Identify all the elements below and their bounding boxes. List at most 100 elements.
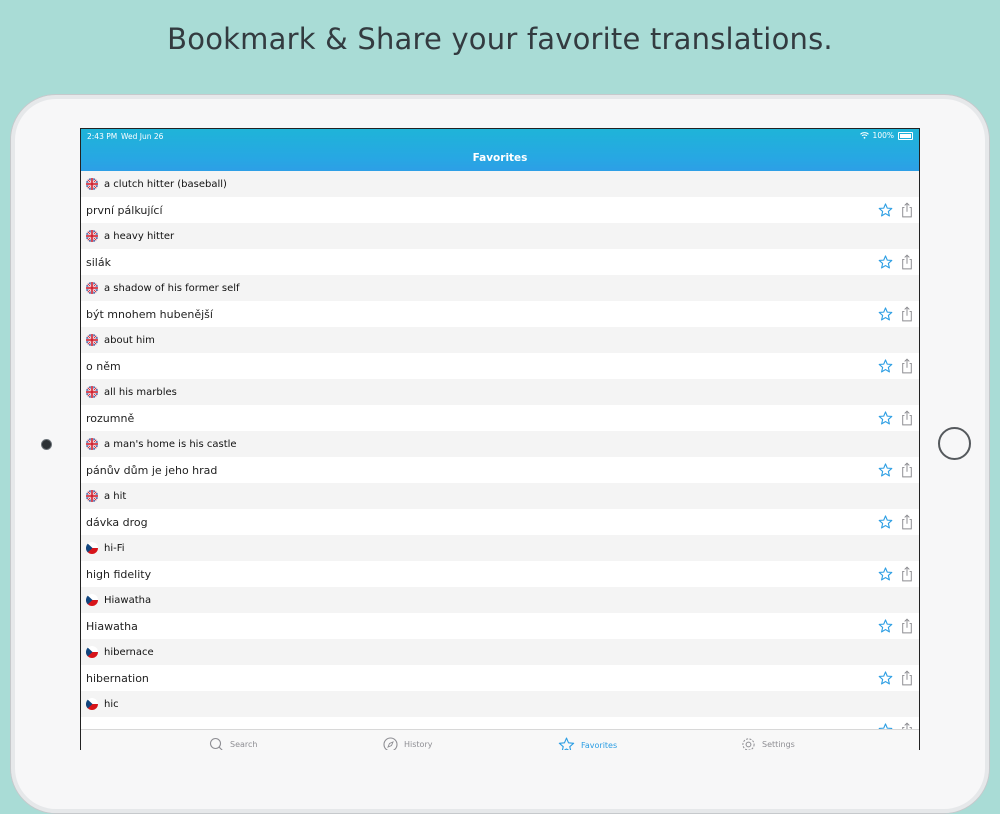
favorite-translation-text: první pálkující xyxy=(86,203,163,217)
favorite-translation-text: pánův dům je jeho hrad xyxy=(86,463,218,477)
favorite-source-row[interactable]: about him xyxy=(81,327,919,353)
favorite-source-text: a man's home is his castle xyxy=(104,438,237,450)
uk-flag-icon xyxy=(86,178,98,190)
uk-flag-icon xyxy=(86,230,98,242)
uk-flag-icon xyxy=(86,334,98,346)
favorite-source-row[interactable]: hibernace xyxy=(81,639,919,665)
favorite-source-row[interactable]: a shadow of his former self xyxy=(81,275,919,301)
czech-flag-icon xyxy=(86,542,98,554)
favorite-source-row[interactable]: Hiawatha xyxy=(81,587,919,613)
favorite-translation-row[interactable]: rozumně xyxy=(81,405,919,431)
favorite-source-text: hibernace xyxy=(104,646,154,658)
favorite-translation-text: silák xyxy=(86,255,111,269)
tab-history[interactable]: History xyxy=(383,737,432,750)
row-actions xyxy=(878,306,913,325)
favorite-source-text: a shadow of his former self xyxy=(104,282,240,294)
czech-flag-icon xyxy=(86,594,98,606)
camera-lens xyxy=(41,439,52,450)
row-actions xyxy=(878,566,913,585)
gear-icon xyxy=(742,738,755,750)
wifi-icon xyxy=(859,132,869,139)
uk-flag-icon xyxy=(86,282,98,294)
row-actions xyxy=(878,462,913,481)
share-icon[interactable] xyxy=(901,306,913,325)
tab-label: Settings xyxy=(762,740,795,749)
star-outline-icon[interactable] xyxy=(878,203,893,220)
tab-search[interactable]: Search xyxy=(209,737,257,750)
tab-label: Search xyxy=(230,740,258,749)
favorite-source-row[interactable]: a clutch hitter (baseball) xyxy=(81,171,919,197)
favorite-source-row[interactable]: a man's home is his castle xyxy=(81,431,919,457)
tab-settings[interactable]: Settings xyxy=(741,737,795,750)
favorite-source-text: hi-Fi xyxy=(104,542,125,554)
favorite-translation-text: o něm xyxy=(86,359,121,373)
share-icon[interactable] xyxy=(901,566,913,585)
share-icon[interactable] xyxy=(901,410,913,429)
share-icon[interactable] xyxy=(901,358,913,377)
star-outline-icon[interactable] xyxy=(878,619,893,636)
favorite-source-text: a heavy hitter xyxy=(104,230,175,242)
share-icon[interactable] xyxy=(901,462,913,481)
favorite-translation-row[interactable]: pánův dům je jeho hrad xyxy=(81,457,919,483)
uk-flag-icon xyxy=(86,490,98,502)
row-actions xyxy=(878,514,913,533)
tab-label: History xyxy=(404,740,433,749)
status-bar: 2:43 PM Wed Jun 26 100% xyxy=(81,131,919,143)
share-icon[interactable] xyxy=(901,670,913,689)
star-outline-icon[interactable] xyxy=(878,515,893,532)
favorite-translation-text: hibernation xyxy=(86,671,149,685)
share-icon[interactable] xyxy=(901,202,913,221)
favorite-translation-text: high fidelity xyxy=(86,567,152,581)
tab-bar: Search History Favorites Settings xyxy=(81,729,919,750)
battery-icon xyxy=(898,131,913,140)
star-outline-icon[interactable] xyxy=(878,307,893,324)
navigation-bar: 2:43 PM Wed Jun 26 100% Favorites xyxy=(81,129,919,171)
tab-label: Favorites xyxy=(581,740,618,750)
czech-flag-icon xyxy=(86,646,98,658)
star-outline-icon[interactable] xyxy=(878,255,893,272)
status-time: 2:43 PM xyxy=(87,132,118,141)
star-outline-icon[interactable] xyxy=(878,411,893,428)
favorite-translation-text: dávka drog xyxy=(86,515,148,529)
favorite-source-text: hic xyxy=(104,698,119,710)
share-icon[interactable] xyxy=(901,618,913,637)
favorite-source-row[interactable]: hi-Fi xyxy=(81,535,919,561)
star-icon xyxy=(558,737,575,750)
row-actions xyxy=(878,670,913,689)
favorite-translation-row[interactable]: o něm xyxy=(81,353,919,379)
favorite-translation-row[interactable]: být mnohem hubenější xyxy=(81,301,919,327)
favorite-source-row[interactable]: a heavy hitter xyxy=(81,223,919,249)
favorites-list: a clutch hitter (baseball) první pálkujíc… xyxy=(81,171,919,743)
uk-flag-icon xyxy=(86,438,98,450)
star-outline-icon[interactable] xyxy=(878,671,893,688)
battery-percent: 100% xyxy=(872,131,894,140)
caption: Bookmark & Share your favorite translati… xyxy=(167,22,833,56)
row-actions xyxy=(878,410,913,429)
uk-flag-icon xyxy=(86,386,98,398)
tab-favorites[interactable]: Favorites xyxy=(558,737,617,750)
favorite-source-row[interactable]: all his marbles xyxy=(81,379,919,405)
row-actions xyxy=(878,358,913,377)
favorite-translation-row[interactable]: Hiawatha xyxy=(81,613,919,639)
star-outline-icon[interactable] xyxy=(878,463,893,480)
favorite-source-row[interactable]: hic xyxy=(81,691,919,717)
page-title: Favorites xyxy=(472,152,528,164)
row-actions xyxy=(878,254,913,273)
favorite-translation-row[interactable]: silák xyxy=(81,249,919,275)
favorite-translation-row[interactable]: první pálkující xyxy=(81,197,919,223)
row-actions xyxy=(878,202,913,221)
row-actions xyxy=(878,618,913,637)
share-icon[interactable] xyxy=(901,254,913,273)
home-button[interactable] xyxy=(938,427,971,460)
star-outline-icon[interactable] xyxy=(878,359,893,376)
favorite-translation-row[interactable]: high fidelity xyxy=(81,561,919,587)
favorite-translation-text: rozumně xyxy=(86,411,135,425)
favorite-translation-row[interactable]: dávka drog xyxy=(81,509,919,535)
favorite-source-row[interactable]: a hit xyxy=(81,483,919,509)
favorite-translation-row[interactable]: hibernation xyxy=(81,665,919,691)
share-icon[interactable] xyxy=(901,514,913,533)
star-outline-icon[interactable] xyxy=(878,567,893,584)
favorite-source-text: a hit xyxy=(104,490,127,502)
search-icon xyxy=(209,737,223,750)
compass-icon xyxy=(383,737,398,750)
